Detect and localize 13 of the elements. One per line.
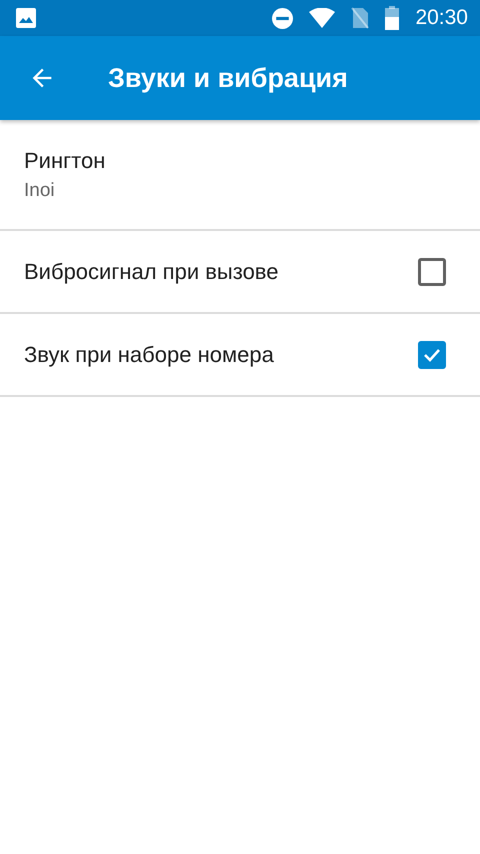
setting-title[interactable]: Звук при наборе номера — [24, 338, 274, 371]
no-sim-icon — [351, 7, 370, 29]
setting-title[interactable]: Рингтон — [24, 144, 106, 177]
battery-icon — [385, 6, 400, 30]
checkbox[interactable] — [418, 258, 446, 286]
clock: 20:30 — [415, 5, 468, 32]
setting-summary: Inoi — [24, 178, 56, 203]
image-icon — [16, 8, 36, 28]
wifi-icon — [309, 8, 336, 28]
checkbox[interactable] — [418, 340, 446, 368]
setting-title[interactable]: Вибросигнал при вызове — [24, 255, 278, 288]
screen-title: Звуки и вибрация — [108, 62, 348, 95]
do-not-disturb-icon — [272, 8, 294, 28]
